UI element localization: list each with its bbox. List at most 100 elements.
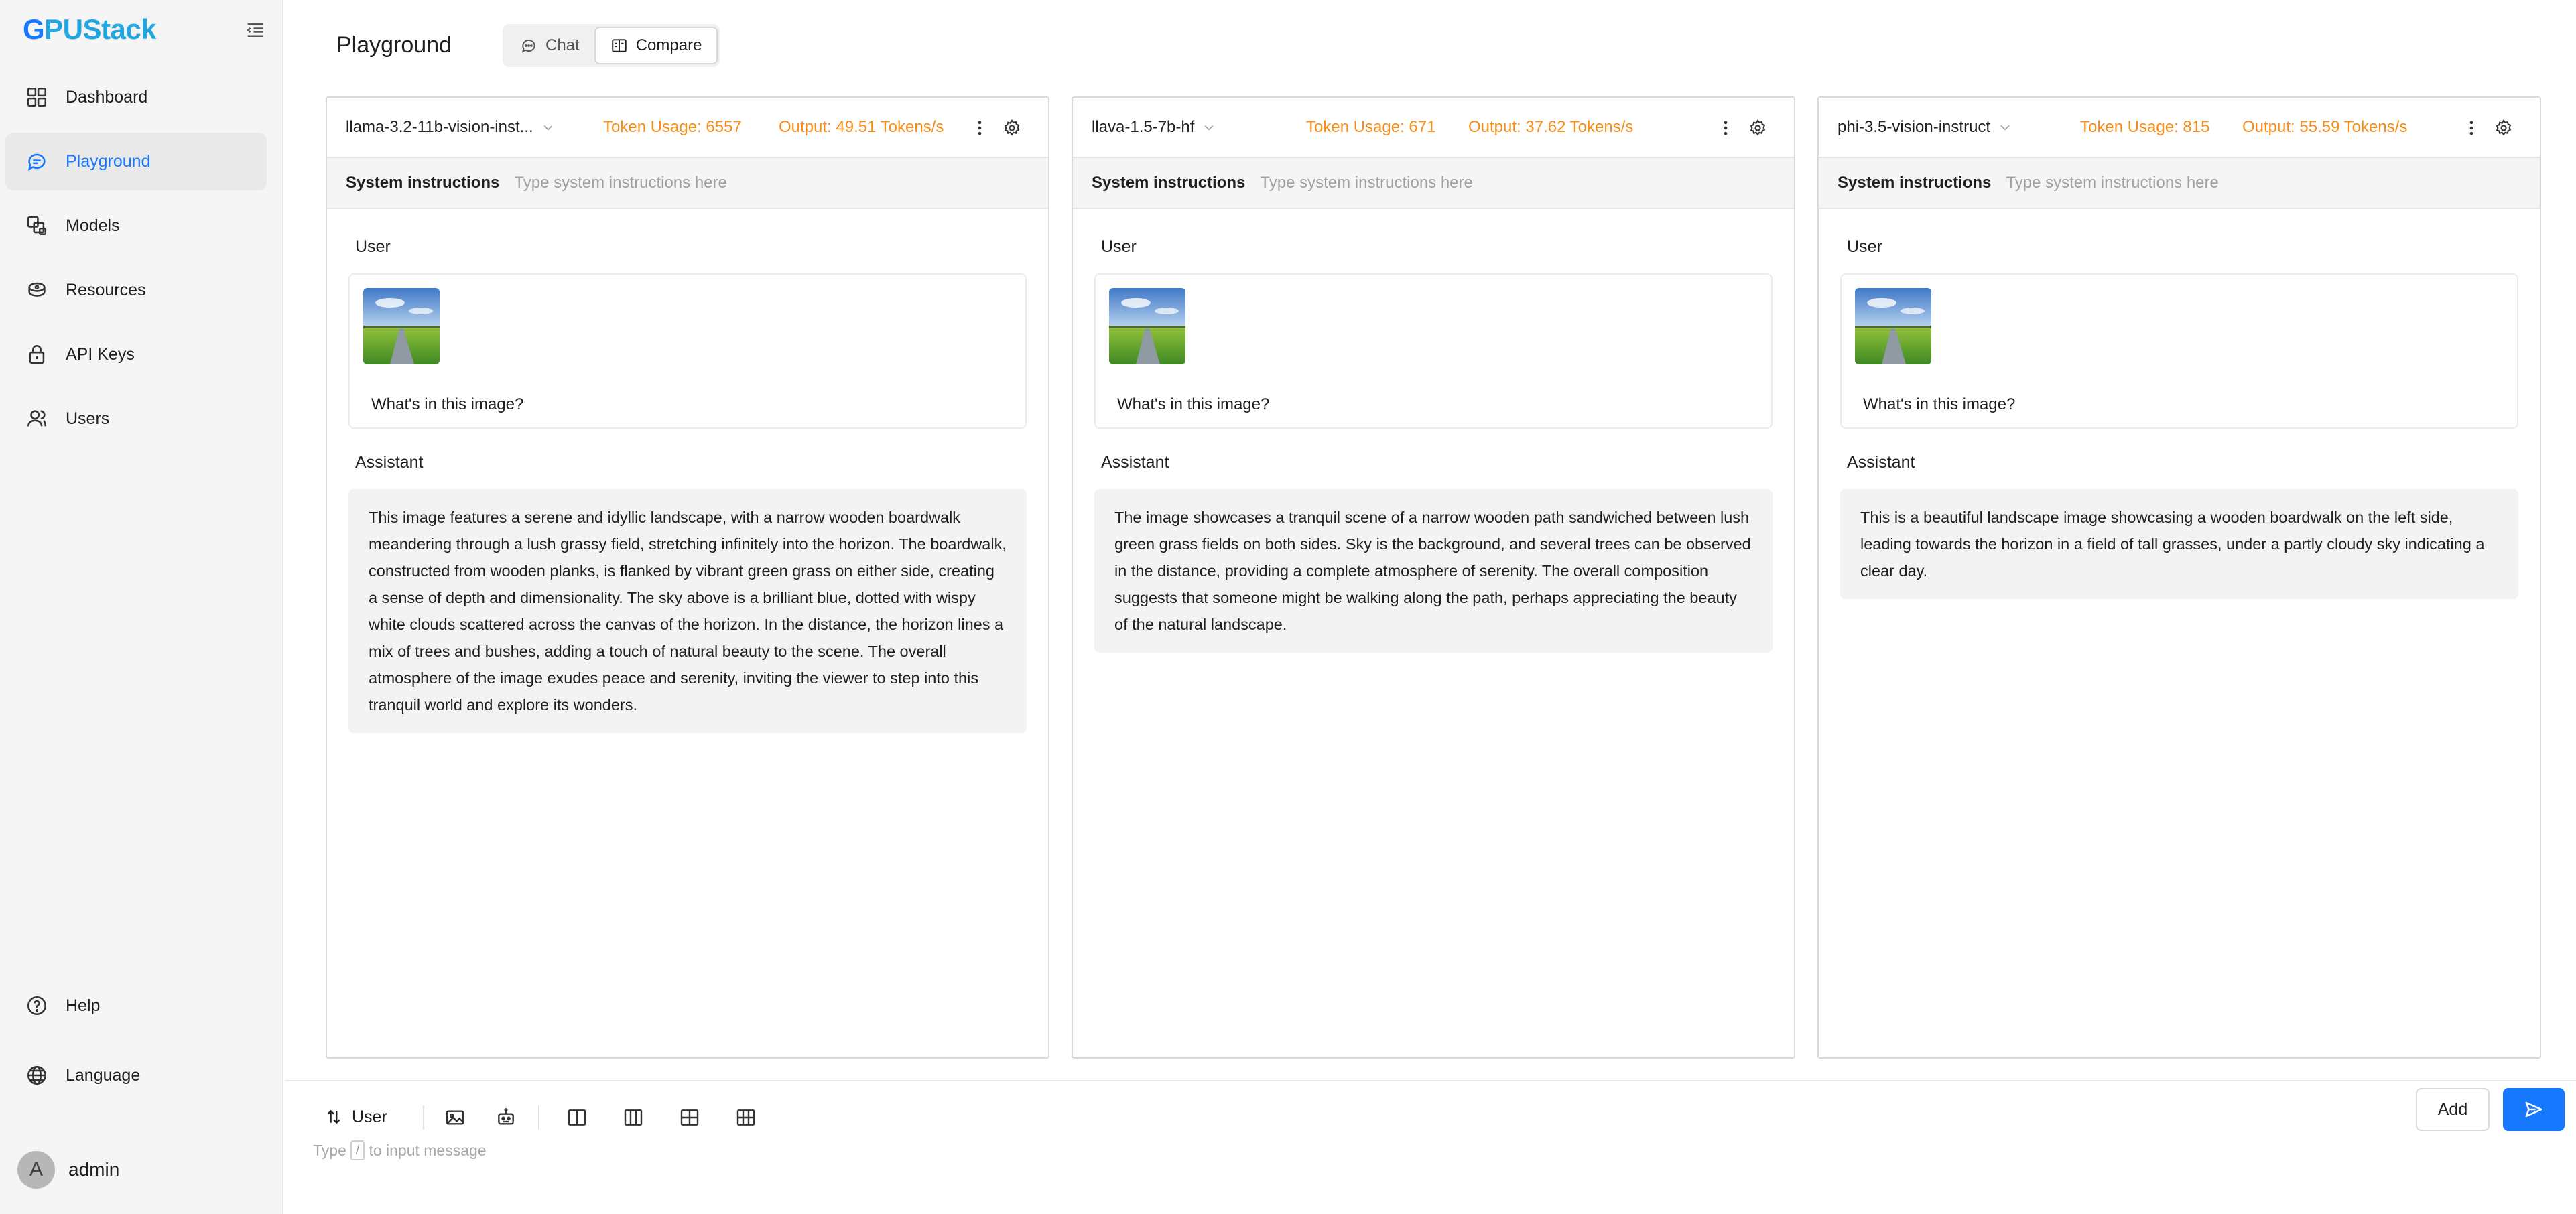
user-message-text: What's in this image? xyxy=(1863,395,2016,413)
sidebar-item-label: Playground xyxy=(66,151,151,171)
assistant-role-label: Assistant xyxy=(1101,453,1169,472)
user-message[interactable]: What's in this image? xyxy=(1094,273,1773,429)
output-speed: Output: 37.62 Tokens/s xyxy=(1468,118,1634,136)
user-message[interactable]: What's in this image? xyxy=(348,273,1027,429)
sidebar-item-label: Resources xyxy=(66,280,146,299)
more-vertical-icon[interactable] xyxy=(1716,119,1735,137)
system-instructions-placeholder[interactable]: Type system instructions here xyxy=(1260,174,1472,192)
sidebar-item-dashboard[interactable]: Dashboard xyxy=(5,68,267,126)
sidebar-item-users[interactable]: Users xyxy=(5,390,267,448)
assistant-message: This image features a serene and idyllic… xyxy=(348,489,1027,733)
user-message-text: What's in this image? xyxy=(1117,395,1270,413)
input-hint-after: to input message xyxy=(369,1141,487,1159)
output-speed: Output: 55.59 Tokens/s xyxy=(2242,118,2408,136)
settings-gear-icon[interactable] xyxy=(2494,119,2513,137)
sidebar-item-label: Models xyxy=(66,216,120,235)
globe-icon xyxy=(25,1064,48,1087)
compare-panel-2: llava-1.5-7b-hf Token Usage: 671 Output:… xyxy=(1072,96,1795,1059)
uploaded-image[interactable] xyxy=(1855,288,1931,364)
compare-panel-1: llama-3.2-11b-vision-inst... Token Usage… xyxy=(326,96,1049,1059)
image-icon[interactable] xyxy=(444,1107,466,1128)
sidebar-item-help[interactable]: Help xyxy=(5,977,267,1034)
robot-icon[interactable] xyxy=(495,1107,517,1128)
send-icon xyxy=(2524,1099,2544,1120)
gpustack-logo[interactable]: GPUStack xyxy=(23,13,157,46)
user-message-text: What's in this image? xyxy=(371,395,524,413)
models-icon xyxy=(25,214,48,237)
system-instructions-placeholder[interactable]: Type system instructions here xyxy=(2006,174,2218,192)
compare-icon xyxy=(610,37,628,54)
system-instructions[interactable]: System instructions Type system instruct… xyxy=(1073,158,1794,209)
chevron-down-icon xyxy=(1202,121,1216,134)
input-hint-before: Type xyxy=(313,1141,346,1159)
slash-key-hint: / xyxy=(350,1140,365,1160)
panel-header: phi-3.5-vision-instruct Token Usage: 815… xyxy=(1819,98,2540,158)
sidebar-item-api-keys[interactable]: API Keys xyxy=(5,326,267,383)
mode-switch: Chat Compare xyxy=(503,24,720,67)
model-select[interactable]: llama-3.2-11b-vision-inst... xyxy=(346,118,555,137)
output-speed: Output: 49.51 Tokens/s xyxy=(779,118,944,136)
lock-icon xyxy=(25,343,48,366)
toolbar-divider xyxy=(538,1105,539,1130)
sidebar-item-label: Dashboard xyxy=(66,87,148,107)
system-instructions-label: System instructions xyxy=(1092,174,1246,192)
user-message[interactable]: What's in this image? xyxy=(1840,273,2518,429)
resources-icon xyxy=(25,279,48,301)
settings-gear-icon[interactable] xyxy=(1748,119,1767,137)
system-instructions-placeholder[interactable]: Type system instructions here xyxy=(514,174,726,192)
token-usage: Token Usage: 6557 xyxy=(603,118,742,136)
sidebar-item-resources[interactable]: Resources xyxy=(5,261,267,319)
system-instructions[interactable]: System instructions Type system instruct… xyxy=(1819,158,2540,209)
model-select[interactable]: phi-3.5-vision-instruct xyxy=(1838,118,2012,137)
uploaded-image[interactable] xyxy=(1109,288,1185,364)
user-menu[interactable]: A admin xyxy=(17,1151,119,1189)
user-role-label: User xyxy=(355,237,391,256)
help-icon xyxy=(25,994,48,1017)
sidebar-item-playground[interactable]: Playground xyxy=(5,133,267,190)
tab-chat[interactable]: Chat xyxy=(505,27,594,64)
swap-vertical-icon xyxy=(325,1108,342,1126)
sidebar-item-label: Users xyxy=(66,409,110,428)
dashboard-icon xyxy=(25,86,48,109)
role-label: User xyxy=(352,1107,387,1126)
system-instructions-label: System instructions xyxy=(1838,174,1992,192)
panel-header: llava-1.5-7b-hf Token Usage: 671 Output:… xyxy=(1073,98,1794,158)
collapse-sidebar-icon[interactable] xyxy=(245,20,265,40)
assistant-role-label: Assistant xyxy=(355,453,424,472)
toolbar-divider xyxy=(423,1105,424,1130)
layout-2x2-icon[interactable] xyxy=(679,1107,700,1128)
system-instructions-label: System instructions xyxy=(346,174,500,192)
sidebar: GPUStack Dashboard Playground Models Res… xyxy=(0,0,283,1214)
more-vertical-icon[interactable] xyxy=(970,119,989,137)
more-vertical-icon[interactable] xyxy=(2462,119,2481,137)
assistant-message: The image showcases a tranquil scene of … xyxy=(1094,489,1773,653)
logo-letter: G xyxy=(23,13,45,45)
model-select[interactable]: llava-1.5-7b-hf xyxy=(1092,118,1216,137)
tab-compare[interactable]: Compare xyxy=(594,27,718,64)
assistant-message: This is a beautiful landscape image show… xyxy=(1840,489,2518,599)
message-composer: User Type / to input message Add xyxy=(285,1080,2576,1214)
compare-panel-3: phi-3.5-vision-instruct Token Usage: 815… xyxy=(1817,96,2541,1059)
layout-3x2-icon[interactable] xyxy=(735,1107,757,1128)
sidebar-item-language[interactable]: Language xyxy=(5,1047,267,1104)
role-toggle-button[interactable]: User xyxy=(325,1100,387,1134)
user-role-label: User xyxy=(1101,237,1137,256)
message-input[interactable]: Type / to input message xyxy=(313,1140,487,1160)
layout-2col-icon[interactable] xyxy=(566,1107,588,1128)
model-name: llava-1.5-7b-hf xyxy=(1092,118,1195,136)
assistant-role-label: Assistant xyxy=(1847,453,1915,472)
sidebar-item-label: API Keys xyxy=(66,344,135,364)
chat-icon xyxy=(520,37,537,54)
sidebar-item-models[interactable]: Models xyxy=(5,197,267,255)
sidebar-item-label: Help xyxy=(66,996,101,1015)
logo-text: PUStack xyxy=(44,13,157,45)
token-usage: Token Usage: 671 xyxy=(1306,118,1436,136)
add-message-button[interactable]: Add xyxy=(2416,1088,2490,1131)
send-button[interactable] xyxy=(2503,1088,2565,1131)
uploaded-image[interactable] xyxy=(363,288,440,364)
layout-3col-icon[interactable] xyxy=(623,1107,644,1128)
settings-gear-icon[interactable] xyxy=(1003,119,1021,137)
system-instructions[interactable]: System instructions Type system instruct… xyxy=(327,158,1048,209)
chevron-down-icon xyxy=(1998,121,2012,134)
page-title: Playground xyxy=(336,32,452,58)
